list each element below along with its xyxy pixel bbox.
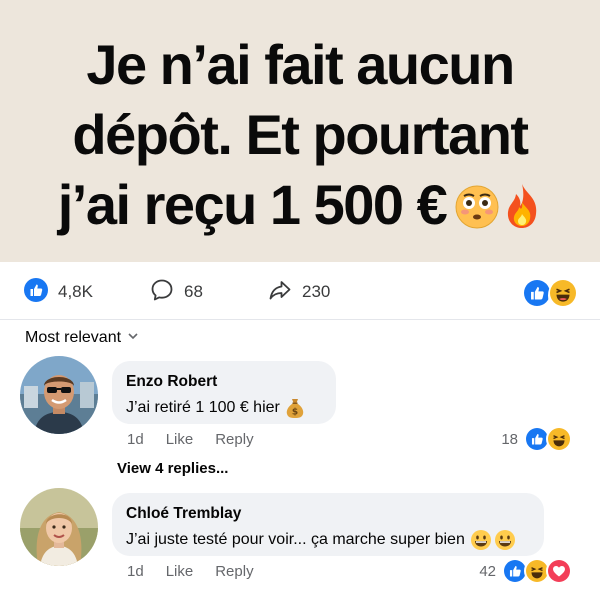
- svg-text:$: $: [292, 408, 298, 418]
- fire-icon: [502, 176, 542, 246]
- reply-button[interactable]: Reply: [215, 431, 253, 448]
- view-replies-link[interactable]: View 4 replies...: [117, 460, 228, 477]
- reaction-count: 18: [501, 430, 518, 448]
- share-count: 230: [302, 282, 331, 301]
- share-icon: [268, 278, 292, 307]
- post-stats-bar: 4,8K 68 230: [0, 262, 600, 320]
- comment-count: 68: [184, 282, 203, 301]
- comment-timestamp: 1d: [127, 431, 144, 448]
- comment-actions: 1d Like Reply: [127, 563, 276, 580]
- sort-label: Most relevant: [25, 329, 122, 346]
- haha-reaction-icon: [546, 426, 572, 452]
- reaction-count: 42: [479, 562, 496, 580]
- comment-text-body: J’ai retiré 1 100 € hier: [126, 399, 280, 416]
- avatar-enzo-robert[interactable]: [20, 356, 98, 434]
- comment-author[interactable]: Chloé Tremblay: [126, 504, 530, 524]
- comment-author[interactable]: Enzo Robert: [126, 372, 322, 392]
- comment-stat[interactable]: 68: [150, 278, 203, 307]
- comment-text: J’ai retiré 1 100 € hier $: [126, 396, 322, 420]
- comment-reactions[interactable]: 42: [479, 558, 572, 584]
- like-button[interactable]: Like: [166, 431, 194, 448]
- like-button[interactable]: Like: [166, 563, 194, 580]
- money-bag-icon: $: [285, 397, 305, 419]
- grinning-face-icon: [470, 529, 492, 551]
- headline-line-2: dépôt. Et pourtant: [72, 103, 529, 166]
- comment-sort-dropdown[interactable]: Most relevant: [25, 329, 139, 347]
- comment-bubble: Chloé Tremblay J’ai juste testé pour voi…: [112, 493, 544, 556]
- comment-actions: 1d Like Reply: [127, 431, 276, 448]
- chevron-down-icon: [127, 329, 139, 347]
- avatar-chloe-tremblay[interactable]: [20, 488, 98, 566]
- flushed-face-icon: [454, 176, 500, 246]
- headline-line-3-wrap: j’ai reçu 1 500 €: [0, 170, 600, 246]
- share-stat[interactable]: 230: [268, 280, 330, 304]
- comment-text: J’ai juste testé pour voir... ça marche …: [126, 528, 530, 552]
- grinning-face-icon: [494, 529, 516, 551]
- love-reaction-icon: [546, 558, 572, 584]
- reply-button[interactable]: Reply: [215, 563, 253, 580]
- like-icon: [24, 277, 48, 307]
- headline-line-3: j’ai reçu 1 500 €: [57, 173, 448, 236]
- comment-bubble: Enzo Robert J’ai retiré 1 100 € hier $: [112, 361, 336, 424]
- comment-icon: [150, 278, 174, 307]
- post-reactions[interactable]: [522, 278, 578, 313]
- comment-timestamp: 1d: [127, 563, 144, 580]
- comment-reactions[interactable]: 18: [501, 426, 572, 452]
- comment-text-body: J’ai juste testé pour voir... ça marche …: [126, 531, 465, 548]
- headline-line-1: Je n’ai fait aucun: [86, 33, 515, 96]
- like-stat[interactable]: 4,8K: [24, 277, 93, 307]
- haha-reaction-icon: [548, 278, 578, 313]
- like-count: 4,8K: [58, 282, 93, 301]
- post-headline: Je n’ai fait aucun dépôt. Et pourtant j’…: [0, 30, 600, 246]
